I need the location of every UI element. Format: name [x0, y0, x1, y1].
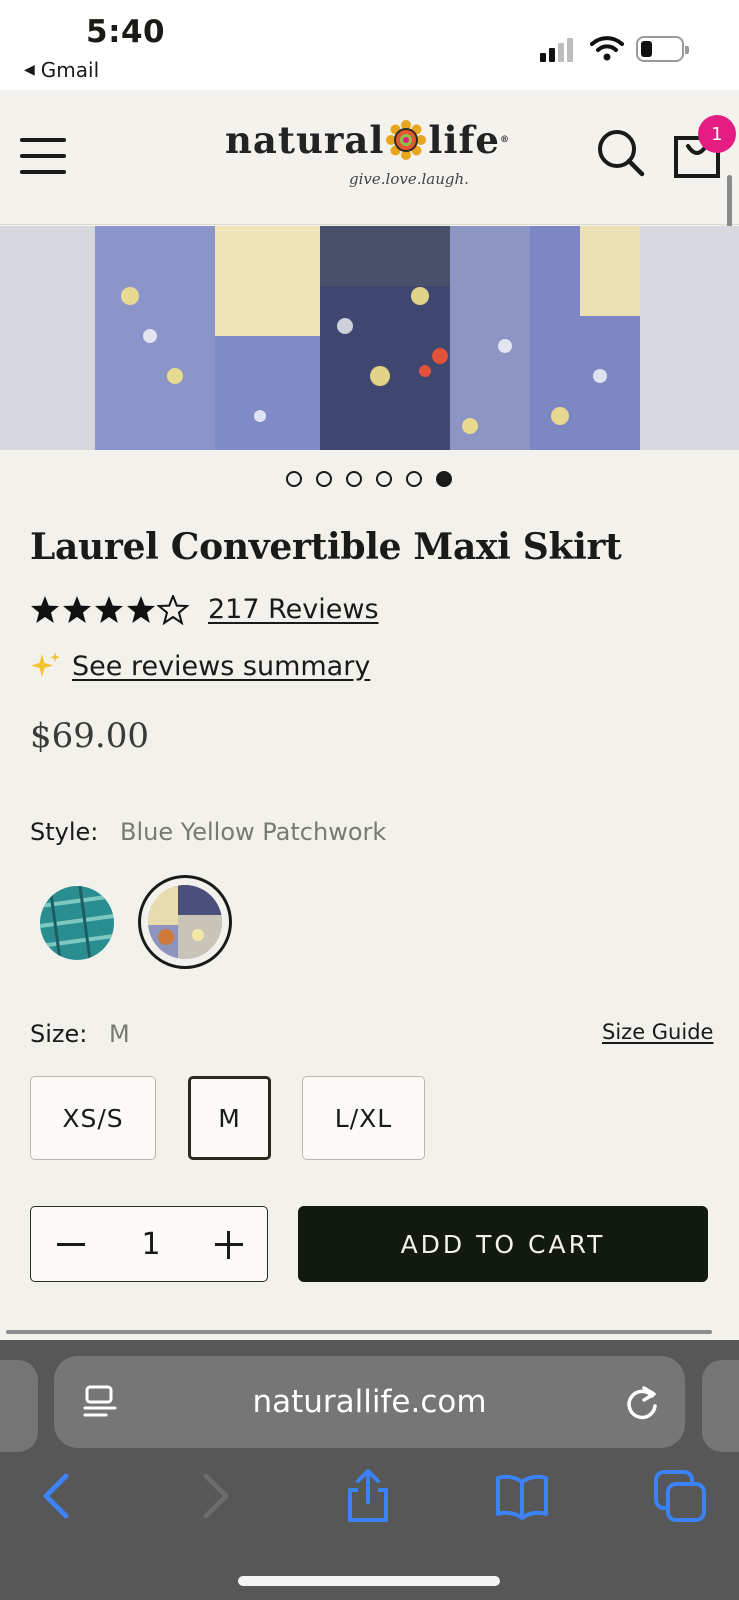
back-chevron-icon[interactable]	[30, 1468, 86, 1524]
logo-text-left: natural	[225, 118, 385, 162]
previous-tab-peek[interactable]	[0, 1360, 38, 1452]
size-guide-link[interactable]: Size Guide	[602, 1020, 713, 1044]
carousel-dot[interactable]	[316, 471, 332, 487]
reviews-summary-link[interactable]: See reviews summary	[72, 651, 370, 682]
next-tab-peek[interactable]	[702, 1360, 739, 1452]
menu-icon[interactable]	[20, 138, 66, 174]
carousel-dots	[286, 471, 452, 487]
reviews-link[interactable]: 217 Reviews	[208, 594, 379, 625]
cart-count-badge[interactable]: 1	[698, 115, 736, 153]
registered-mark-icon: ®	[499, 135, 510, 145]
flower-logo-icon	[386, 120, 427, 160]
site-header: natural life ® give.love.laugh.	[0, 90, 739, 225]
size-selector-label: Size: M	[30, 1020, 130, 1048]
carousel-dot[interactable]	[436, 471, 452, 487]
reload-icon[interactable]	[624, 1382, 660, 1422]
rating-row: 217 Reviews	[30, 594, 379, 625]
carousel-dot[interactable]	[376, 471, 392, 487]
sparkle-icon	[31, 652, 60, 677]
bookmarks-icon[interactable]	[494, 1468, 550, 1524]
tabs-icon[interactable]	[652, 1468, 708, 1524]
logo-text-right: life	[428, 118, 500, 162]
size-option-l-xl[interactable]: L/XL	[302, 1076, 425, 1160]
brand-logo[interactable]: natural life ® give.love.laugh.	[225, 118, 525, 198]
carousel-dot[interactable]	[406, 471, 422, 487]
search-icon[interactable]	[596, 128, 646, 178]
address-bar[interactable]: naturallife.com	[54, 1356, 685, 1448]
battery-icon	[636, 36, 689, 62]
cellular-signal-icon	[540, 38, 578, 62]
size-value: M	[109, 1020, 130, 1048]
share-icon[interactable]	[340, 1468, 396, 1524]
page-divider	[6, 1330, 712, 1334]
back-triangle-icon: ◀	[24, 62, 35, 78]
browser-toolbar: naturallife.com	[0, 1340, 739, 1600]
reviews-summary-row[interactable]: See reviews summary	[30, 650, 370, 682]
style-swatch-teal[interactable]	[40, 886, 114, 960]
url-text[interactable]: naturallife.com	[54, 1384, 685, 1420]
carousel-dot[interactable]	[346, 471, 362, 487]
forward-chevron-icon[interactable]	[186, 1468, 242, 1524]
back-app-label: Gmail	[40, 58, 100, 82]
wifi-icon	[590, 36, 624, 61]
product-image[interactable]	[0, 226, 739, 450]
plus-icon[interactable]	[227, 1231, 230, 1259]
style-selector-label: Style: Blue Yellow Patchwork	[30, 818, 386, 846]
quantity-stepper: 1	[30, 1206, 268, 1282]
style-swatch-blue-yellow-patchwork[interactable]	[148, 885, 222, 959]
carousel-dot[interactable]	[286, 471, 302, 487]
patchwork-skirt-illustration	[0, 226, 739, 450]
logo-tagline: give.love.laugh.	[349, 170, 469, 188]
product-price: $69.00	[30, 716, 149, 756]
star-rating-icon[interactable]	[30, 594, 192, 625]
add-to-cart-button[interactable]: ADD TO CART	[298, 1206, 708, 1282]
style-value: Blue Yellow Patchwork	[120, 818, 387, 846]
size-option-m[interactable]: M	[188, 1076, 271, 1160]
quantity-value[interactable]: 1	[139, 1227, 163, 1262]
back-to-app-link[interactable]: ◀ Gmail	[24, 58, 99, 82]
home-indicator[interactable]	[238, 1576, 500, 1586]
status-bar: 5:40 ◀ Gmail	[0, 0, 739, 90]
size-label: Size:	[30, 1020, 88, 1048]
product-title: Laurel Convertible Maxi Skirt	[30, 526, 622, 568]
size-option-xs-s[interactable]: XS/S	[30, 1076, 156, 1160]
style-label: Style:	[30, 818, 99, 846]
status-time: 5:40	[86, 14, 166, 50]
decrease-quantity-button[interactable]	[57, 1243, 85, 1246]
